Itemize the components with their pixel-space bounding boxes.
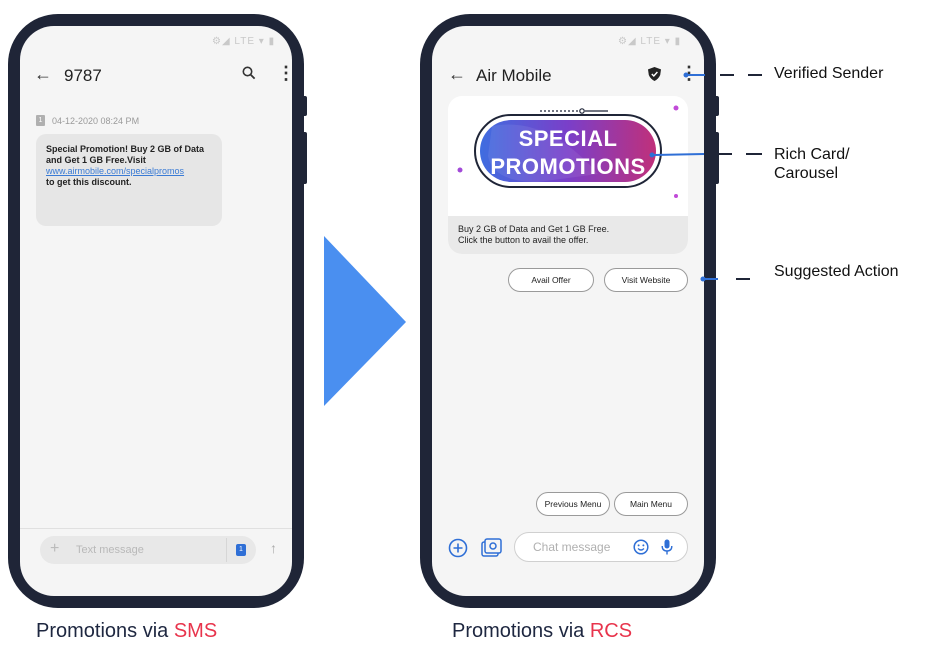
callout-connectors — [0, 0, 951, 649]
rich-card-label-line: Rich Card/ — [774, 146, 850, 163]
sms-caption-accent: SMS — [173, 620, 218, 642]
suggested-action-label: Suggested Action — [774, 263, 899, 280]
verified-sender-label: Verified Sender — [774, 65, 884, 82]
sms-caption: Promotions via SMS — [36, 620, 217, 643]
rich-card-label-line: Carousel — [774, 165, 839, 182]
sms-caption-prefix: Promotions via — [36, 620, 174, 642]
rcs-caption-accent: RCS — [589, 620, 633, 642]
rich-card-label: Rich Card/ Carousel — [774, 145, 850, 183]
rcs-caption: Promotions via RCS — [452, 620, 632, 643]
rcs-caption-prefix: Promotions via — [452, 620, 590, 642]
